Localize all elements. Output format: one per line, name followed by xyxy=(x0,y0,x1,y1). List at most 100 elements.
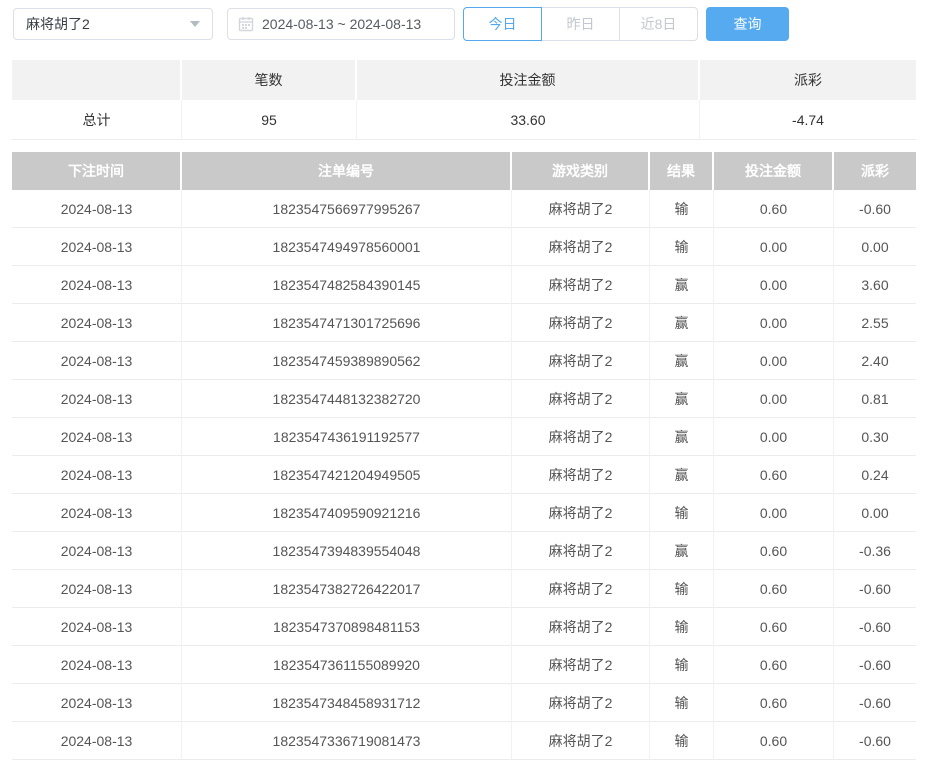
bet-id-cell: 1823547566977995267 xyxy=(182,190,512,228)
result-cell: 输 xyxy=(650,684,714,722)
bet-amount-cell: 0.60 xyxy=(714,684,834,722)
payout-cell: 0.00 xyxy=(834,228,916,266)
date-range-picker[interactable]: 2024-08-13 ~ 2024-08-13 xyxy=(227,8,455,40)
payout-cell: -0.60 xyxy=(834,190,916,228)
bets-table-header: 下注时间 注单编号 游戏类别 结果 投注金额 派彩 xyxy=(12,152,916,190)
payout-cell: -0.60 xyxy=(834,570,916,608)
summary-header-blank xyxy=(12,60,182,100)
bet-time-cell: 2024-08-13 xyxy=(12,228,182,266)
game-type-cell: 麻将胡了2 xyxy=(512,684,650,722)
result-cell: 输 xyxy=(650,494,714,532)
bet-time-cell: 2024-08-13 xyxy=(12,304,182,342)
summary-header-payout: 派彩 xyxy=(700,60,916,100)
bet-id-cell: 1823547348458931712 xyxy=(182,684,512,722)
bet-amount-cell: 0.60 xyxy=(714,190,834,228)
payout-cell: 2.55 xyxy=(834,304,916,342)
result-cell: 输 xyxy=(650,190,714,228)
today-button[interactable]: 今日 xyxy=(463,7,542,41)
bet-time-cell: 2024-08-13 xyxy=(12,608,182,646)
bet-amount-cell: 0.00 xyxy=(714,266,834,304)
col-header-payout: 派彩 xyxy=(834,152,916,190)
bet-amount-cell: 0.00 xyxy=(714,380,834,418)
result-cell: 赢 xyxy=(650,342,714,380)
result-cell: 输 xyxy=(650,608,714,646)
summary-header-count: 笔数 xyxy=(182,60,357,100)
table-row: 2024-08-13 1823547336719081473 麻将胡了2 输 0… xyxy=(12,722,916,760)
payout-cell: -0.60 xyxy=(834,608,916,646)
bet-time-cell: 2024-08-13 xyxy=(12,266,182,304)
bet-time-cell: 2024-08-13 xyxy=(12,342,182,380)
quick-range-group: 今日 昨日 近8日 xyxy=(463,7,698,41)
bet-id-cell: 1823547394839554048 xyxy=(182,532,512,570)
bet-time-cell: 2024-08-13 xyxy=(12,380,182,418)
bet-id-cell: 1823547409590921216 xyxy=(182,494,512,532)
table-row: 2024-08-13 1823547370898481153 麻将胡了2 输 0… xyxy=(12,608,916,646)
bet-amount-cell: 0.60 xyxy=(714,608,834,646)
payout-cell: 3.60 xyxy=(834,266,916,304)
result-cell: 输 xyxy=(650,646,714,684)
bet-time-cell: 2024-08-13 xyxy=(12,684,182,722)
table-row: 2024-08-13 1823547436191192577 麻将胡了2 赢 0… xyxy=(12,418,916,456)
summary-header-row: 笔数 投注金额 派彩 xyxy=(12,60,916,100)
table-row: 2024-08-13 1823547471301725696 麻将胡了2 赢 0… xyxy=(12,304,916,342)
game-type-cell: 麻将胡了2 xyxy=(512,646,650,684)
date-range-value: 2024-08-13 ~ 2024-08-13 xyxy=(262,16,421,32)
table-row: 2024-08-13 1823547421204949505 麻将胡了2 赢 0… xyxy=(12,456,916,494)
payout-cell: 0.30 xyxy=(834,418,916,456)
result-cell: 赢 xyxy=(650,456,714,494)
table-row: 2024-08-13 1823547448132382720 麻将胡了2 赢 0… xyxy=(12,380,916,418)
table-row: 2024-08-13 1823547459389890562 麻将胡了2 赢 0… xyxy=(12,342,916,380)
last-8-days-button[interactable]: 近8日 xyxy=(619,7,698,41)
calendar-icon xyxy=(238,16,254,32)
result-cell: 赢 xyxy=(650,380,714,418)
result-cell: 赢 xyxy=(650,532,714,570)
payout-cell: 2.40 xyxy=(834,342,916,380)
game-type-cell: 麻将胡了2 xyxy=(512,380,650,418)
payout-cell: -0.60 xyxy=(834,684,916,722)
table-row: 2024-08-13 1823547566977995267 麻将胡了2 输 0… xyxy=(12,190,916,228)
bet-time-cell: 2024-08-13 xyxy=(12,494,182,532)
bet-id-cell: 1823547494978560001 xyxy=(182,228,512,266)
bet-id-cell: 1823547471301725696 xyxy=(182,304,512,342)
bet-id-cell: 1823547448132382720 xyxy=(182,380,512,418)
table-row: 2024-08-13 1823547494978560001 麻将胡了2 输 0… xyxy=(12,228,916,266)
payout-cell: 0.81 xyxy=(834,380,916,418)
payout-cell: -0.60 xyxy=(834,722,916,760)
bet-time-cell: 2024-08-13 xyxy=(12,722,182,760)
summary-total-label: 总计 xyxy=(12,100,182,140)
bet-id-cell: 1823547336719081473 xyxy=(182,722,512,760)
summary-header-bet-amount: 投注金额 xyxy=(357,60,700,100)
yesterday-button[interactable]: 昨日 xyxy=(541,7,620,41)
game-type-cell: 麻将胡了2 xyxy=(512,266,650,304)
summary-total-count: 95 xyxy=(182,100,357,140)
result-cell: 输 xyxy=(650,228,714,266)
col-header-bet-amount: 投注金额 xyxy=(714,152,834,190)
summary-total-bet-amount: 33.60 xyxy=(357,100,700,140)
payout-cell: 0.24 xyxy=(834,456,916,494)
game-select[interactable]: 麻将胡了2 xyxy=(13,8,213,40)
payout-cell: 0.00 xyxy=(834,494,916,532)
result-cell: 赢 xyxy=(650,266,714,304)
game-type-cell: 麻将胡了2 xyxy=(512,570,650,608)
bet-id-cell: 1823547459389890562 xyxy=(182,342,512,380)
game-type-cell: 麻将胡了2 xyxy=(512,608,650,646)
game-type-cell: 麻将胡了2 xyxy=(512,418,650,456)
result-cell: 输 xyxy=(650,570,714,608)
bet-time-cell: 2024-08-13 xyxy=(12,418,182,456)
bet-amount-cell: 0.00 xyxy=(714,228,834,266)
bet-amount-cell: 0.60 xyxy=(714,456,834,494)
table-row: 2024-08-13 1823547482584390145 麻将胡了2 赢 0… xyxy=(12,266,916,304)
game-type-cell: 麻将胡了2 xyxy=(512,190,650,228)
query-button[interactable]: 查询 xyxy=(706,7,789,41)
game-type-cell: 麻将胡了2 xyxy=(512,228,650,266)
summary-table: 笔数 投注金额 派彩 总计 95 33.60 -4.74 xyxy=(12,60,916,140)
result-cell: 输 xyxy=(650,722,714,760)
game-select-value: 麻将胡了2 xyxy=(26,14,90,34)
bet-id-cell: 1823547436191192577 xyxy=(182,418,512,456)
table-row: 2024-08-13 1823547348458931712 麻将胡了2 输 0… xyxy=(12,684,916,722)
game-type-cell: 麻将胡了2 xyxy=(512,304,650,342)
table-row: 2024-08-13 1823547394839554048 麻将胡了2 赢 0… xyxy=(12,532,916,570)
bet-amount-cell: 0.00 xyxy=(714,304,834,342)
chevron-down-icon xyxy=(190,21,200,27)
bet-id-cell: 1823547361155089920 xyxy=(182,646,512,684)
